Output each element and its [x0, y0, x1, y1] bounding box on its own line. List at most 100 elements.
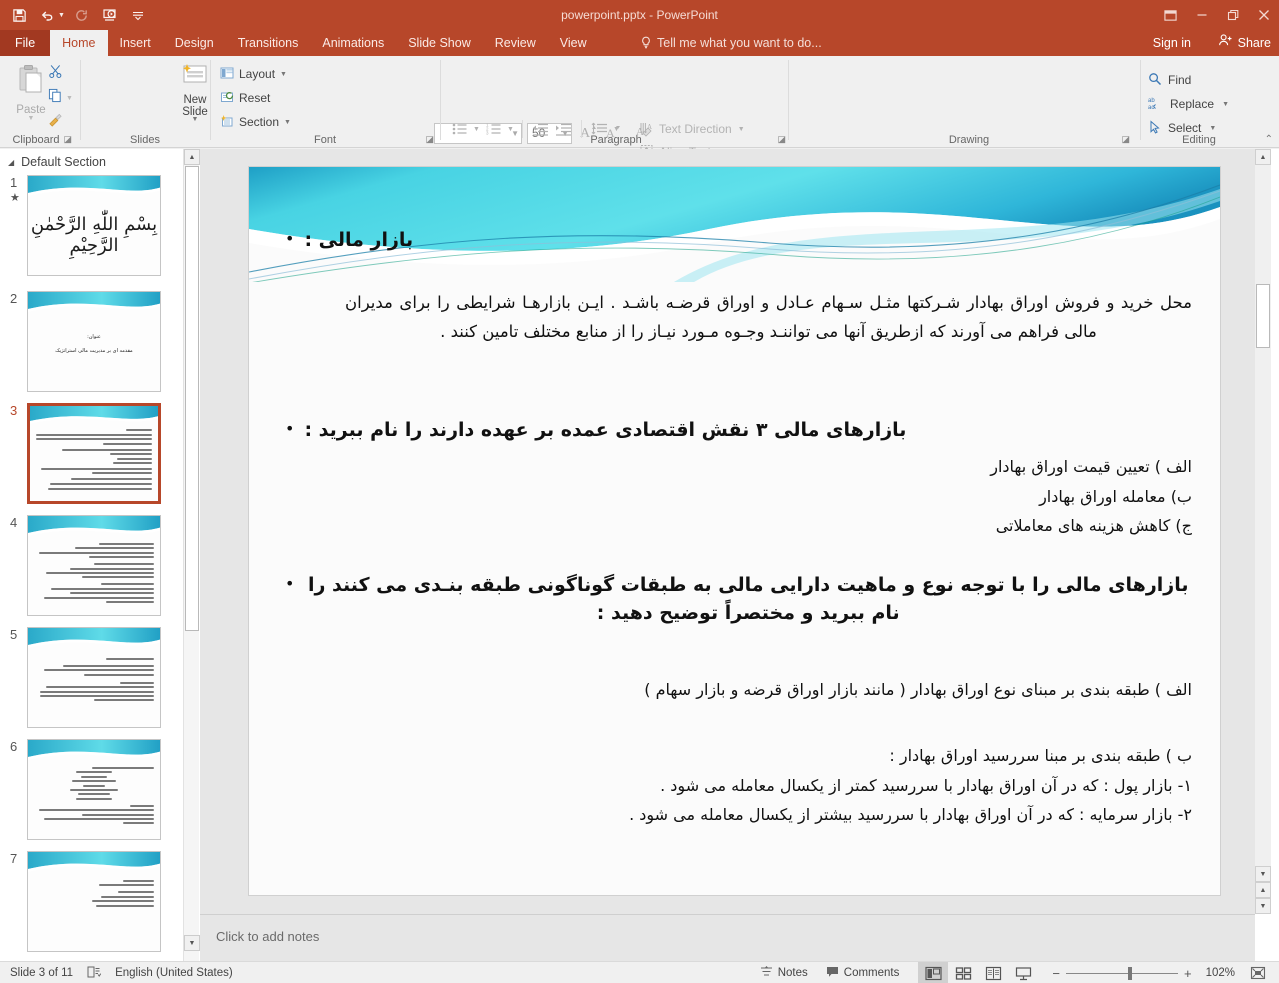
slide-pane-scrollbar[interactable]: ▲ ▼ ▲ ▼	[1255, 149, 1271, 914]
ribbon-tab-row: File Home Insert Design Transitions Anim…	[0, 30, 1279, 56]
group-font: ▼ 50 ▼ A A A B I U S	[214, 56, 662, 174]
restore-icon[interactable]	[1217, 0, 1248, 30]
thumbnail-number: 2	[10, 291, 18, 306]
list-item: ب) معامله اوراق بهادار	[1039, 486, 1192, 506]
zoom-slider[interactable]	[1065, 962, 1178, 983]
find-button[interactable]: Find	[1148, 68, 1231, 92]
thumbnail-item-3[interactable]: 3	[0, 403, 183, 507]
scroll-up-icon[interactable]: ▲	[1255, 149, 1271, 165]
format-painter-button[interactable]	[48, 110, 73, 134]
share-person-icon	[1218, 30, 1233, 56]
comments-button[interactable]: Comments	[817, 962, 909, 983]
tab-slide-show[interactable]: Slide Show	[396, 30, 483, 56]
slides-group-label: Slides	[130, 134, 160, 146]
tab-view[interactable]: View	[548, 30, 599, 56]
search-icon	[1148, 72, 1162, 89]
select-dropdown-icon[interactable]: ▼	[1207, 125, 1218, 132]
tab-design[interactable]: Design	[163, 30, 226, 56]
tab-animations[interactable]: Animations	[310, 30, 396, 56]
thumbnail-item-5[interactable]: 5	[0, 627, 183, 731]
notes-button[interactable]: Notes	[751, 962, 817, 983]
notes-placeholder: Click to add notes	[216, 929, 320, 944]
share-button[interactable]: Share	[1218, 30, 1271, 56]
fit-to-window-button[interactable]	[1243, 962, 1273, 983]
copy-button[interactable]: ▼	[48, 86, 73, 110]
paragraph-dialog-launcher-icon[interactable]: ◪	[777, 134, 786, 145]
bullets-dropdown-icon[interactable]: ▼	[471, 126, 482, 133]
thumbnail-banner	[28, 740, 160, 765]
font-group-label: Font	[313, 134, 336, 146]
zoom-slider-handle[interactable]	[1127, 966, 1132, 980]
slide-counter[interactable]: Slide 3 of 11	[10, 967, 73, 979]
language-indicator[interactable]: English (United States)	[115, 967, 233, 979]
sign-in-button[interactable]: Sign in	[1153, 30, 1191, 56]
close-icon[interactable]	[1248, 0, 1279, 30]
animation-star-icon: ★	[10, 192, 20, 204]
thumbnail-item-7[interactable]: 7	[0, 851, 183, 955]
thumbnail-item-6[interactable]: 6	[0, 739, 183, 843]
thumbnail-banner	[30, 406, 158, 428]
replace-label: Replace	[1170, 97, 1215, 111]
accessibility-checker-icon[interactable]	[87, 965, 102, 982]
paintbrush-icon	[48, 112, 63, 132]
slide-thumbnail[interactable]	[27, 739, 161, 840]
copy-dropdown-icon[interactable]: ▼	[66, 95, 73, 102]
slide-thumbnail[interactable]: عنوان: مقدمه ای بر مدیریت مالی استراتژیک	[27, 291, 161, 392]
tell-me-search[interactable]: Tell me what you want to do...	[640, 30, 822, 56]
thumbnail-item-1[interactable]: 1 ★ بِسْمِ اللّٰهِ الرَّحْمٰنِ الرَّحِيْ…	[0, 175, 183, 283]
thumbnail-item-2[interactable]: 2 عنوان: مقدمه ای بر مدیریت مالی استراتژ…	[0, 291, 183, 395]
ribbon-display-options-icon[interactable]	[1155, 0, 1186, 30]
slide-thumbnail[interactable]	[27, 627, 161, 728]
notes-pane[interactable]: Click to add notes	[200, 914, 1255, 961]
zoom-out-button[interactable]: −	[1046, 966, 1066, 981]
slide-block-list-2: ب ) طبقه بندی بر مبنا سررسید اوراق بهادا…	[285, 741, 1192, 830]
thumbnail-scroll-up-icon[interactable]: ▲	[184, 149, 200, 165]
numbering-dropdown-icon[interactable]: ▼	[505, 126, 516, 133]
slide-heading-2: بازارهای مالی ۳ نقش اقتصادی عمده بر عهده…	[304, 419, 907, 441]
previous-slide-icon[interactable]: ▲	[1255, 882, 1271, 898]
drawing-dialog-launcher-icon[interactable]: ◪	[1121, 134, 1130, 145]
slide-content[interactable]: • بازار مالی : محل خرید و فروش اوراق بها…	[249, 167, 1220, 895]
normal-view-button[interactable]	[918, 962, 949, 983]
thumbnail-scroll-down-icon[interactable]: ▼	[184, 935, 200, 951]
line-spacing-dropdown-icon[interactable]: ▼	[611, 126, 622, 133]
current-slide[interactable]: • بازار مالی : محل خرید و فروش اوراق بها…	[249, 167, 1220, 895]
section-header[interactable]: ◢ Default Section	[0, 149, 183, 175]
slide-show-view-button[interactable]	[1008, 962, 1038, 983]
replace-dropdown-icon[interactable]: ▼	[1220, 101, 1231, 108]
thumbnail-pane-scrollbar[interactable]: ▲ ▼	[183, 149, 200, 961]
group-divider	[440, 60, 441, 140]
slide-thumbnail[interactable]	[27, 515, 161, 616]
slide-thumbnail[interactable]	[27, 851, 161, 952]
window-controls	[1155, 0, 1279, 30]
clipboard-side-buttons: ▼	[48, 62, 73, 134]
clipboard-dialog-launcher-icon[interactable]: ◪	[63, 134, 72, 145]
group-slides: New Slide ▼ Layout ▼ Reset Section ▼ Sli…	[84, 56, 291, 148]
minimize-icon[interactable]	[1186, 0, 1217, 30]
thumbnail-scroll-thumb[interactable]	[185, 166, 199, 631]
slide-sorter-view-button[interactable]	[948, 962, 978, 983]
zoom-level-label[interactable]: 102%	[1198, 967, 1243, 979]
tab-file[interactable]: File	[0, 30, 51, 56]
thumbnail-number: 6	[10, 739, 18, 754]
next-slide-icon[interactable]: ▼	[1255, 898, 1271, 914]
slide-thumbnail[interactable]	[27, 403, 161, 504]
tab-transitions[interactable]: Transitions	[226, 30, 311, 56]
replace-button[interactable]: ab ac Replace ▼	[1148, 92, 1231, 116]
zoom-in-button[interactable]: +	[1178, 966, 1198, 981]
tab-home[interactable]: Home	[50, 30, 108, 56]
tab-insert[interactable]: Insert	[108, 30, 163, 56]
bismillah-calligraphy: بِسْمِ اللّٰهِ الرَّحْمٰنِ الرَّحِيْمِ	[30, 214, 158, 256]
slide-thumbnail[interactable]: بِسْمِ اللّٰهِ الرَّحْمٰنِ الرَّحِيْمِ	[27, 175, 161, 276]
text-direction-dropdown-icon[interactable]: ▼	[736, 126, 747, 133]
thumbnail-item-4[interactable]: 4	[0, 515, 183, 619]
collapse-ribbon-icon[interactable]: ⌃	[1265, 134, 1273, 145]
font-dialog-launcher-icon[interactable]: ◪	[425, 134, 434, 145]
scroll-thumb[interactable]	[1256, 284, 1270, 348]
scroll-down-icon[interactable]: ▼	[1255, 866, 1271, 882]
tab-review[interactable]: Review	[483, 30, 548, 56]
cut-button[interactable]	[48, 62, 73, 86]
section-collapse-icon[interactable]: ◢	[8, 158, 14, 167]
copy-icon	[48, 88, 63, 108]
reading-view-button[interactable]	[978, 962, 1008, 983]
